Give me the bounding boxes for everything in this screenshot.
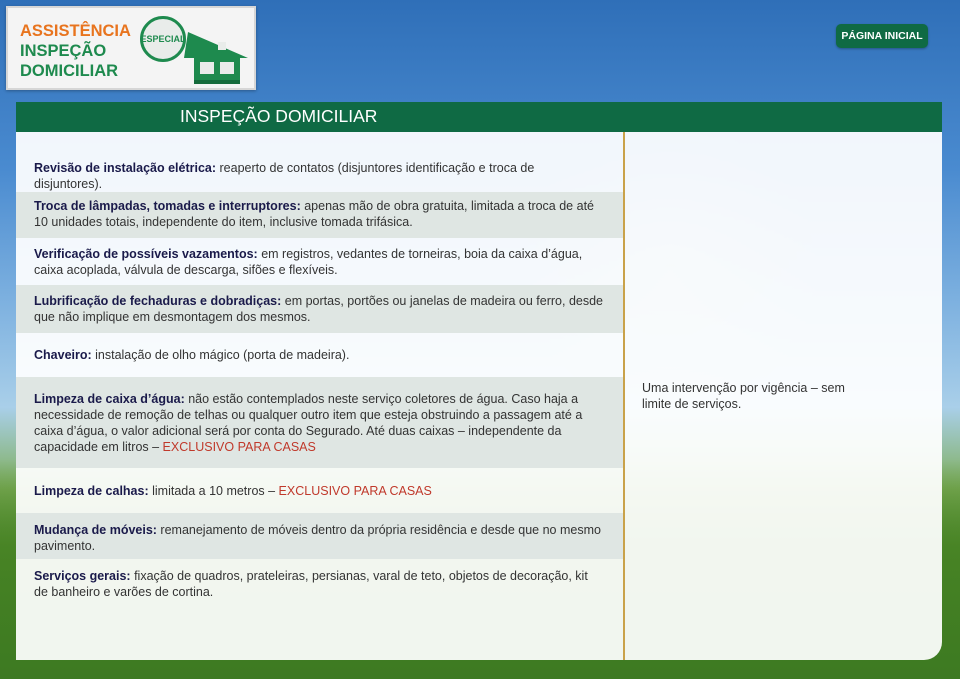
item-text: instalação de olho mágico (porta de made… [91, 348, 350, 362]
item-label: Lubrificação de fechaduras e dobradiças: [34, 294, 282, 308]
service-item-water-tank: Limpeza de caixa d’água: não estão conte… [16, 377, 623, 468]
service-item-general: Serviços gerais: fixação de quadros, pra… [16, 568, 623, 600]
column-divider [623, 132, 625, 660]
service-item-gutters: Limpeza de calhas: limitada a 10 metros … [16, 483, 623, 499]
service-item-furniture: Mudança de móveis: remanejamento de móve… [16, 513, 623, 559]
title-bar: INSPEÇÃO DOMICILIAR [16, 102, 942, 132]
service-item-leaks: Verificação de possíveis vazamentos: em … [16, 246, 623, 278]
logo-text: ASSISTÊNCIA INSPEÇÃO DOMICILIAR [20, 21, 131, 81]
item-label: Troca de lâmpadas, tomadas e interruptor… [34, 199, 301, 213]
content-panel: INSPEÇÃO DOMICILIAR Revisão de instalaçã… [16, 102, 942, 660]
item-text: limitada a 10 metros – [148, 484, 279, 498]
home-button[interactable]: PÁGINA INICIAL [836, 24, 928, 48]
logo-line1: ASSISTÊNCIA [20, 22, 131, 40]
service-item-lamps: Troca de lâmpadas, tomadas e interruptor… [16, 192, 623, 238]
item-label: Mudança de móveis: [34, 523, 157, 537]
item-label: Revisão de instalação elétrica: [34, 161, 217, 175]
exclusive-houses-note: EXCLUSIVO PARA CASAS [162, 440, 316, 454]
service-item-locksmith: Chaveiro: instalação de olho mágico (por… [16, 347, 623, 363]
item-label: Limpeza de calhas: [34, 484, 149, 498]
page-title: INSPEÇÃO DOMICILIAR [180, 106, 378, 126]
item-label: Verificação de possíveis vazamentos: [34, 247, 258, 261]
home-button-label: PÁGINA INICIAL [841, 30, 923, 42]
especial-badge: ESPECIAL [140, 16, 186, 62]
logo[interactable]: ASSISTÊNCIA INSPEÇÃO DOMICILIAR ESPECIAL [6, 6, 256, 90]
service-item-lubrication: Lubrificação de fechaduras e dobradiças:… [16, 285, 623, 333]
item-label: Serviços gerais: [34, 569, 131, 583]
service-item-electrical: Revisão de instalação elétrica: reaperto… [16, 160, 623, 192]
item-label: Chaveiro: [34, 348, 92, 362]
side-note: Uma intervenção por vigência – sem limit… [642, 381, 845, 411]
logo-line2: INSPEÇÃO [20, 42, 107, 60]
logo-line3: DOMICILIAR [20, 62, 119, 80]
item-label: Limpeza de caixa d’água: [34, 392, 185, 406]
badge-label: ESPECIAL [140, 34, 186, 44]
exclusive-houses-note: EXCLUSIVO PARA CASAS [278, 484, 432, 498]
